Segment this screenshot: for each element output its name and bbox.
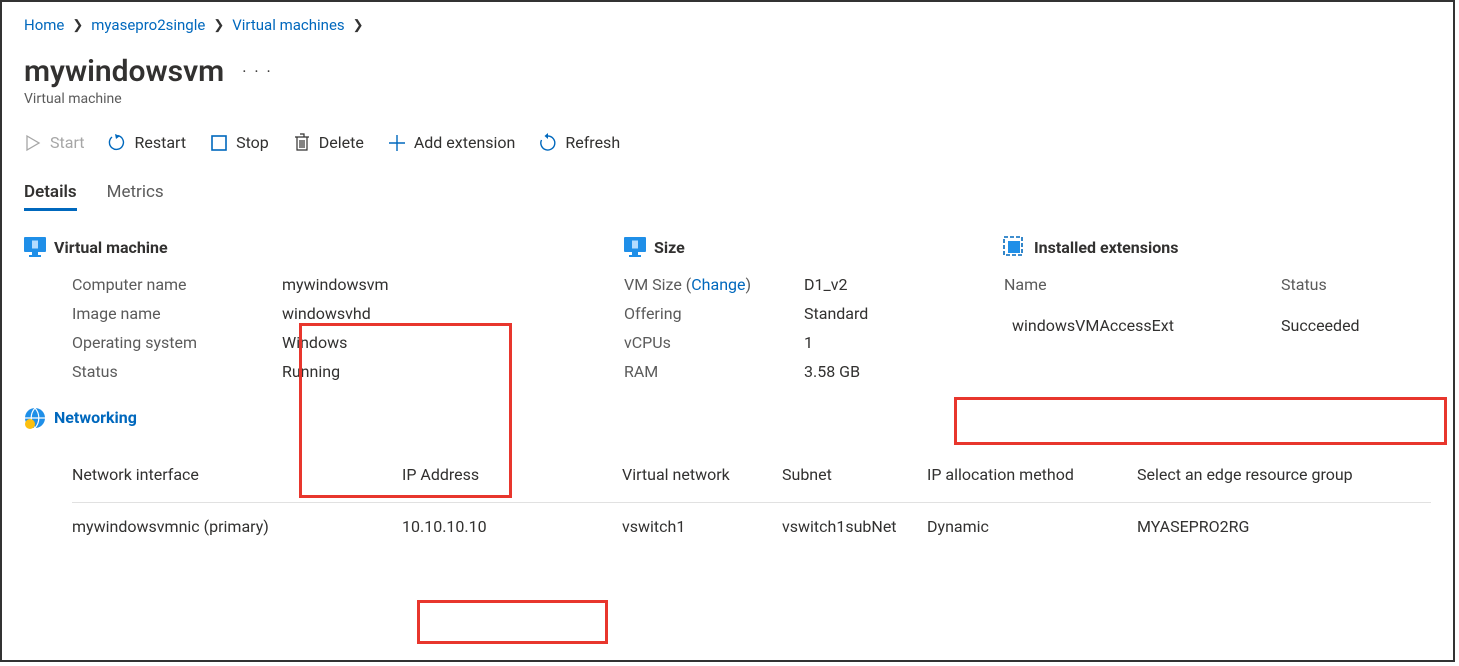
change-size-link[interactable]: Change <box>691 275 745 294</box>
trash-icon <box>293 134 311 152</box>
extension-status: Succeeded <box>1281 316 1431 335</box>
value-vcpus: 1 <box>804 333 964 352</box>
more-actions-icon[interactable]: · · · <box>242 62 272 81</box>
net-col-ip: IP Address <box>402 465 622 484</box>
start-button: Start <box>24 133 84 152</box>
breadcrumb-home[interactable]: Home <box>24 16 64 34</box>
label-status: Status <box>72 362 282 381</box>
label-computer-name: Computer name <box>72 275 282 294</box>
start-label: Start <box>50 133 84 152</box>
value-status: Running <box>282 362 584 381</box>
ext-col-name: Name <box>1004 275 1281 294</box>
size-heading-text: Size <box>654 238 685 257</box>
add-extension-button[interactable]: Add extension <box>388 133 516 152</box>
label-os: Operating system <box>72 333 282 352</box>
refresh-icon <box>539 134 557 152</box>
add-extension-label: Add extension <box>414 133 516 152</box>
restart-button[interactable]: Restart <box>108 133 186 152</box>
command-bar: Start Restart Stop Delete Add extension <box>24 133 1431 152</box>
net-col-vnet: Virtual network <box>622 465 782 484</box>
vm-heading-text: Virtual machine <box>54 238 168 257</box>
networking-link[interactable]: Networking <box>54 408 137 427</box>
monitor-icon <box>624 237 644 257</box>
globe-icon <box>24 407 44 427</box>
value-offering: Standard <box>804 304 964 323</box>
monitor-icon <box>24 237 44 257</box>
net-value-alloc: Dynamic <box>927 517 1137 536</box>
value-vm-size: D1_v2 <box>804 275 964 294</box>
chevron-right-icon: ❯ <box>72 18 83 33</box>
net-value-rg: MYASEPRO2RG <box>1137 517 1431 536</box>
net-value-subnet: vswitch1subNet <box>782 517 927 536</box>
networking-section-heading: Networking <box>24 407 584 427</box>
value-os: Windows <box>282 333 584 352</box>
label-ram: RAM <box>624 362 804 381</box>
stop-label: Stop <box>236 133 269 152</box>
value-computer-name: mywindowsvm <box>282 275 584 294</box>
net-value-iface: mywindowsvmnic (primary) <box>72 517 402 536</box>
plus-icon <box>388 134 406 152</box>
chevron-right-icon: ❯ <box>213 18 224 33</box>
refresh-button[interactable]: Refresh <box>539 133 620 152</box>
breadcrumb-device[interactable]: myasepro2single <box>91 16 205 34</box>
label-offering: Offering <box>624 304 804 323</box>
net-col-alloc: IP allocation method <box>927 465 1137 484</box>
extension-row[interactable]: windowsVMAccessExt Succeeded <box>1004 302 1431 349</box>
net-value-vnet: vswitch1 <box>622 517 782 536</box>
size-section-heading: Size <box>624 237 964 257</box>
extensions-heading-text: Installed extensions <box>1034 238 1178 257</box>
tab-metrics[interactable]: Metrics <box>107 182 164 211</box>
refresh-label: Refresh <box>565 133 620 152</box>
restart-label: Restart <box>134 133 186 152</box>
label-vm-size: VM Size (Change) <box>624 275 804 294</box>
chevron-right-icon: ❯ <box>353 18 364 33</box>
delete-label: Delete <box>319 133 364 152</box>
annotation-highlight <box>417 600 608 644</box>
ext-col-status: Status <box>1281 275 1431 294</box>
play-icon <box>24 134 42 152</box>
page-subtitle: Virtual machine <box>24 91 1431 107</box>
extension-name: windowsVMAccessExt <box>1012 316 1281 335</box>
breadcrumb: Home ❯ myasepro2single ❯ Virtual machine… <box>24 16 1431 34</box>
net-col-subnet: Subnet <box>782 465 927 484</box>
restart-icon <box>108 134 126 152</box>
vm-section-heading: Virtual machine <box>24 237 584 257</box>
value-image-name: windowsvhd <box>282 304 584 323</box>
tabs: Details Metrics <box>24 182 1431 211</box>
networking-row[interactable]: mywindowsvmnic (primary) 10.10.10.10 vsw… <box>72 502 1431 536</box>
net-value-ip: 10.10.10.10 <box>402 517 622 536</box>
label-image-name: Image name <box>72 304 282 323</box>
net-col-rg: Select an edge resource group <box>1137 465 1431 484</box>
stop-icon <box>210 134 228 152</box>
extension-icon <box>1004 237 1024 257</box>
delete-button[interactable]: Delete <box>293 133 364 152</box>
value-ram: 3.58 GB <box>804 362 964 381</box>
stop-button[interactable]: Stop <box>210 133 269 152</box>
breadcrumb-section[interactable]: Virtual machines <box>232 16 344 34</box>
networking-table: Network interface IP Address Virtual net… <box>72 465 1431 536</box>
page-title: mywindowsvm <box>24 54 224 89</box>
net-col-iface: Network interface <box>72 465 402 484</box>
extensions-section-heading: Installed extensions <box>1004 237 1431 257</box>
label-vcpus: vCPUs <box>624 333 804 352</box>
tab-details[interactable]: Details <box>24 182 77 211</box>
